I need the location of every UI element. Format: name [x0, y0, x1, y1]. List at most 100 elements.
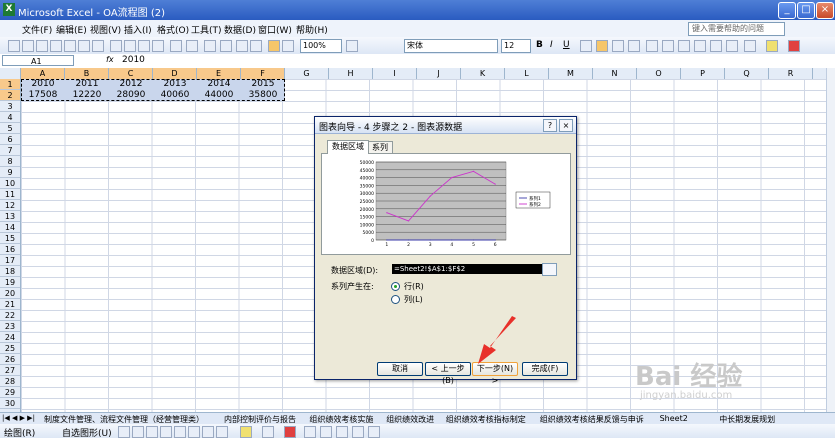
currency-icon[interactable]: [646, 40, 658, 52]
draw-fill-color-icon[interactable]: [240, 426, 252, 438]
row-header[interactable]: 2: [0, 90, 20, 101]
cell[interactable]: 17508: [21, 90, 65, 101]
row-header[interactable]: 4: [0, 112, 20, 123]
column-header[interactable]: Q: [725, 68, 769, 79]
row-header[interactable]: 8: [0, 156, 20, 167]
comma-icon[interactable]: [678, 40, 690, 52]
row-header[interactable]: 14: [0, 222, 20, 233]
shadow-icon[interactable]: [352, 426, 364, 438]
format-painter-icon[interactable]: [152, 40, 164, 52]
autosum-icon[interactable]: [220, 40, 232, 52]
finish-button[interactable]: 完成(F): [522, 362, 568, 376]
row-header[interactable]: 15: [0, 233, 20, 244]
undo-icon[interactable]: [170, 40, 182, 52]
3d-icon[interactable]: [368, 426, 380, 438]
increase-decimal-icon[interactable]: [694, 40, 706, 52]
cell[interactable]: 2011: [65, 79, 109, 90]
formula-input[interactable]: 2010: [122, 55, 145, 65]
fill-color-icon[interactable]: [766, 40, 778, 52]
column-header[interactable]: O: [637, 68, 681, 79]
print-icon[interactable]: [64, 40, 76, 52]
column-header[interactable]: E: [197, 68, 241, 79]
align-center-icon[interactable]: [596, 40, 608, 52]
percent-icon[interactable]: [662, 40, 674, 52]
dialog-help-button[interactable]: ?: [543, 119, 557, 132]
row-header[interactable]: 20: [0, 288, 20, 299]
cell[interactable]: 2015: [241, 79, 285, 90]
font-color-icon[interactable]: [788, 40, 800, 52]
row-header[interactable]: 21: [0, 299, 20, 310]
textbox-icon[interactable]: [174, 426, 186, 438]
row-header[interactable]: 27: [0, 365, 20, 376]
cell[interactable]: 28090: [109, 90, 153, 101]
row-header[interactable]: 7: [0, 145, 20, 156]
save-icon[interactable]: [36, 40, 48, 52]
row-header[interactable]: 1: [0, 79, 20, 90]
row-header[interactable]: 10: [0, 178, 20, 189]
arrow-tool-icon[interactable]: [132, 426, 144, 438]
row-header[interactable]: 28: [0, 376, 20, 387]
radio-columns-label[interactable]: 列(L): [404, 294, 423, 305]
column-header[interactable]: I: [373, 68, 417, 79]
font-size-combo[interactable]: 12: [501, 39, 531, 53]
menu-help[interactable]: 帮助(H): [296, 23, 328, 36]
back-button[interactable]: < 上一步(B): [425, 362, 471, 385]
row-header[interactable]: 29: [0, 387, 20, 398]
open-icon[interactable]: [22, 40, 34, 52]
align-right-icon[interactable]: [612, 40, 624, 52]
row-header[interactable]: 9: [0, 167, 20, 178]
row-header[interactable]: 6: [0, 134, 20, 145]
cell[interactable]: 2012: [109, 79, 153, 90]
row-header[interactable]: 11: [0, 189, 20, 200]
column-header[interactable]: A: [21, 68, 65, 79]
column-header[interactable]: M: [549, 68, 593, 79]
row-header[interactable]: 12: [0, 200, 20, 211]
tab-data-range[interactable]: 数据区域: [327, 140, 369, 154]
column-header[interactable]: P: [681, 68, 725, 79]
draw-menu-button[interactable]: 绘图(R): [4, 426, 35, 439]
autoshape-menu-button[interactable]: 自选图形(U): [62, 426, 112, 439]
column-header[interactable]: C: [109, 68, 153, 79]
column-header[interactable]: H: [329, 68, 373, 79]
dash-style-icon[interactable]: [320, 426, 332, 438]
cell[interactable]: 35800: [241, 90, 285, 101]
row-header[interactable]: 13: [0, 211, 20, 222]
row-header[interactable]: 23: [0, 321, 20, 332]
column-header[interactable]: G: [285, 68, 329, 79]
decrease-decimal-icon[interactable]: [710, 40, 722, 52]
maximize-button[interactable]: □: [797, 2, 815, 19]
cell[interactable]: 44000: [197, 90, 241, 101]
column-header[interactable]: K: [461, 68, 505, 79]
collapse-dialog-button[interactable]: [542, 263, 557, 276]
bold-button[interactable]: B: [536, 40, 543, 50]
sheet-nav-buttons[interactable]: |◀ ◀ ▶ ▶|: [2, 414, 35, 422]
clipart-icon[interactable]: [216, 426, 228, 438]
cell[interactable]: 2013: [153, 79, 197, 90]
row-header[interactable]: 16: [0, 244, 20, 255]
menu-edit[interactable]: 编辑(E): [56, 23, 87, 36]
copy-icon[interactable]: [124, 40, 136, 52]
row-header[interactable]: 19: [0, 277, 20, 288]
column-header[interactable]: J: [417, 68, 461, 79]
vertical-scrollbar[interactable]: [826, 68, 835, 412]
spelling-icon[interactable]: [92, 40, 104, 52]
row-header[interactable]: 30: [0, 398, 20, 409]
decrease-indent-icon[interactable]: [726, 40, 738, 52]
underline-button[interactable]: U: [563, 40, 570, 50]
new-icon[interactable]: [8, 40, 20, 52]
cut-icon[interactable]: [110, 40, 122, 52]
row-header[interactable]: 3: [0, 101, 20, 112]
cancel-button[interactable]: 取消: [377, 362, 423, 376]
chart-wizard-icon[interactable]: [268, 40, 280, 52]
sheet-tab[interactable]: Sheet2: [660, 414, 688, 423]
menu-format[interactable]: 格式(O): [157, 23, 189, 36]
menu-file[interactable]: 文件(F): [22, 23, 52, 36]
help-search-input[interactable]: 键入需要帮助的问题: [688, 22, 785, 36]
align-left-icon[interactable]: [580, 40, 592, 52]
column-header[interactable]: B: [65, 68, 109, 79]
draw-font-color-icon[interactable]: [284, 426, 296, 438]
drawing-icon[interactable]: [282, 40, 294, 52]
rectangle-icon[interactable]: [146, 426, 158, 438]
arrow-style-icon[interactable]: [336, 426, 348, 438]
paste-icon[interactable]: [138, 40, 150, 52]
